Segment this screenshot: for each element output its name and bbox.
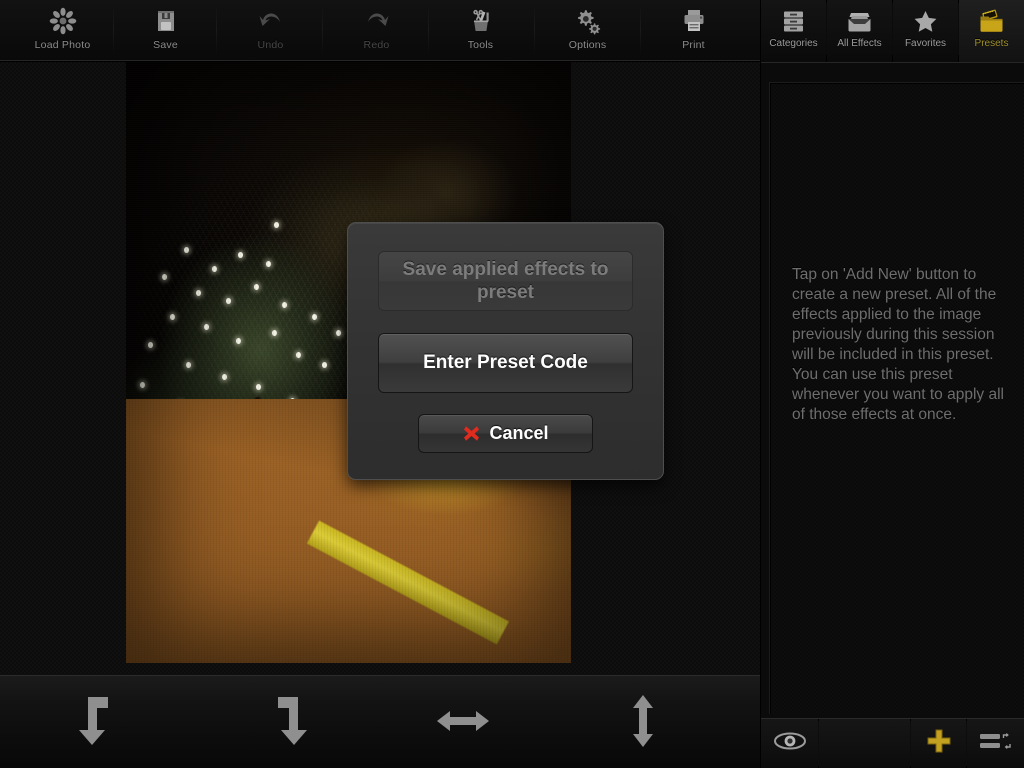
empty-slot — [819, 719, 911, 768]
presets-hint-text: Tap on 'Add New' button to create a new … — [792, 266, 1004, 423]
flower-aperture-icon — [48, 6, 78, 36]
tab-all-effects[interactable]: All Effects — [827, 0, 893, 62]
toolbar-label: Redo — [363, 39, 390, 51]
add-new-preset-button[interactable] — [911, 719, 967, 768]
toolbar-button-options[interactable]: Options — [535, 0, 640, 61]
undo-arrow-icon — [256, 6, 286, 36]
toolbar-separator — [216, 4, 217, 56]
plus-icon — [925, 727, 953, 760]
tab-label: Categories — [769, 38, 818, 49]
toolbar-button-tools[interactable]: Tools — [428, 0, 533, 61]
toolbar-label: Save — [153, 39, 178, 51]
enter-preset-code-button[interactable]: Enter Preset Code — [378, 333, 633, 393]
reorder-list-icon — [978, 729, 1012, 758]
rotate-left-icon — [75, 693, 121, 754]
rotate-left-button[interactable] — [38, 688, 158, 758]
panel-bottom-bar — [761, 718, 1024, 768]
printer-icon — [679, 6, 709, 36]
drawers-icon — [780, 7, 807, 35]
save-applied-effects-button[interactable]: Save applied effects to preset — [378, 251, 633, 311]
reorder-list-button[interactable] — [967, 719, 1023, 768]
preset-dialog: Save applied effects to preset Enter Pre… — [347, 222, 664, 480]
toolbar-button-save[interactable]: Save — [113, 0, 218, 61]
cancel-label: Cancel — [489, 423, 549, 443]
close-icon — [462, 424, 481, 443]
floppy-disk-icon — [151, 6, 181, 36]
eye-icon — [773, 731, 807, 756]
toolbar-button-undo[interactable]: Undo — [218, 0, 323, 61]
app-window: Load Photo Save Undo Redo Tools Options … — [0, 0, 1024, 768]
toolbar-label: Tools — [467, 39, 494, 51]
file-box-icon — [846, 7, 873, 35]
flip-vertical-button[interactable] — [583, 688, 703, 758]
gears-icon — [573, 6, 603, 36]
toolbar-button-load-photo[interactable]: Load Photo — [10, 0, 115, 61]
tab-favorites[interactable]: Favorites — [893, 0, 959, 62]
rotate-right-button[interactable] — [228, 688, 348, 758]
toolbar-button-redo[interactable]: Redo — [324, 0, 429, 61]
panel-tab-bar: Categories All Effects Favorites Presets — [761, 0, 1024, 62]
cancel-button[interactable]: Cancel — [418, 414, 593, 453]
tab-categories[interactable]: Categories — [761, 0, 827, 62]
toolbar-label: Undo — [257, 39, 284, 51]
tools-cup-icon — [466, 6, 496, 36]
panel-tabs-divider — [761, 62, 1024, 63]
tab-presets[interactable]: Presets — [959, 0, 1024, 62]
toolbar-label: Load Photo — [34, 39, 91, 51]
right-panel: Categories All Effects Favorites Presets… — [760, 0, 1024, 768]
flip-horizontal-icon — [435, 703, 491, 744]
tab-label: Favorites — [904, 38, 947, 49]
toolbar-label: Print — [682, 39, 705, 51]
flip-horizontal-button[interactable] — [403, 688, 523, 758]
toolbar-button-print[interactable]: Print — [641, 0, 746, 61]
top-toolbar: Load Photo Save Undo Redo Tools Options … — [0, 0, 760, 62]
tab-label: All Effects — [837, 38, 882, 49]
preview-toggle-button[interactable] — [761, 719, 819, 768]
redo-arrow-icon — [362, 6, 392, 36]
tab-label: Presets — [974, 38, 1009, 49]
toolbar-label: Options — [568, 39, 607, 51]
flip-vertical-icon — [625, 693, 661, 754]
film-folder-icon — [978, 7, 1005, 35]
presets-list-area[interactable]: Tap on 'Add New' button to create a new … — [769, 82, 1024, 714]
bottom-toolbar — [0, 675, 760, 768]
toolbar-separator — [322, 4, 323, 56]
rotate-right-icon — [265, 693, 311, 754]
star-icon — [912, 7, 939, 35]
